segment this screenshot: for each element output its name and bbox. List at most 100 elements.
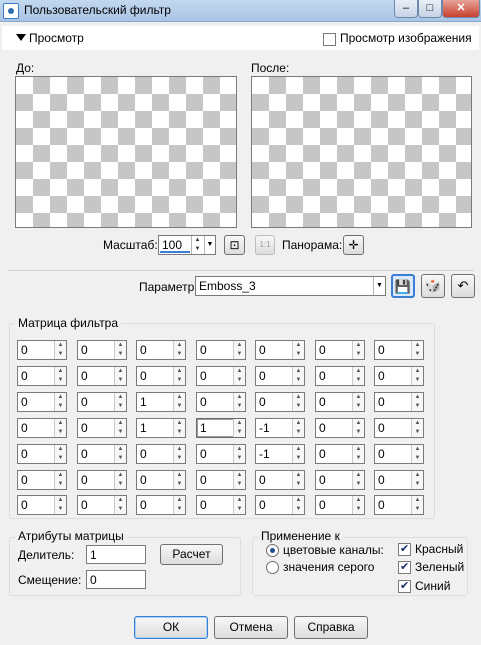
preview-section-label[interactable]: Просмотр (29, 31, 84, 45)
gray-values-label[interactable]: значения серого (283, 560, 374, 574)
matrix-cell-value[interactable]: 0 (319, 343, 326, 357)
matrix-cell[interactable]: 0 ▲ ▼ (374, 470, 424, 490)
matrix-cell[interactable]: 0 ▲ ▼ (255, 340, 305, 360)
matrix-cell-spinner[interactable]: ▲ ▼ (352, 496, 364, 514)
matrix-cell[interactable]: 0 ▲ ▼ (255, 392, 305, 412)
preset-select[interactable]: Emboss_3 ▼ (195, 276, 386, 296)
matrix-cell[interactable]: 0 ▲ ▼ (374, 340, 424, 360)
matrix-cell-value[interactable]: 0 (259, 498, 266, 512)
matrix-cell-spinner[interactable]: ▲ ▼ (292, 496, 304, 514)
matrix-cell-value[interactable]: 0 (200, 369, 207, 383)
show-image-label[interactable]: Просмотр изображения (340, 31, 472, 45)
matrix-cell-value[interactable]: 0 (140, 343, 147, 357)
matrix-cell[interactable]: 0 ▲ ▼ (374, 495, 424, 515)
matrix-cell-value[interactable]: 0 (81, 343, 88, 357)
matrix-cell[interactable]: 1 ▲ ▼ (136, 418, 186, 438)
matrix-cell[interactable]: 0 ▲ ▼ (77, 495, 127, 515)
matrix-cell-spinner[interactable]: ▲ ▼ (352, 445, 364, 463)
matrix-cell-value[interactable]: 0 (140, 498, 147, 512)
matrix-cell[interactable]: 0 ▲ ▼ (315, 366, 365, 386)
matrix-cell-value[interactable]: 0 (319, 369, 326, 383)
preset-value[interactable]: Emboss_3 (199, 279, 256, 293)
matrix-cell-value[interactable]: 0 (319, 395, 326, 409)
matrix-cell[interactable]: 0 ▲ ▼ (17, 366, 67, 386)
matrix-cell-spinner[interactable]: ▲ ▼ (54, 367, 66, 385)
matrix-cell[interactable]: 0 ▲ ▼ (196, 366, 246, 386)
matrix-cell-value[interactable]: 0 (378, 395, 385, 409)
matrix-cell-spinner[interactable]: ▲ ▼ (233, 393, 245, 411)
divisor-value[interactable]: 1 (90, 548, 97, 562)
matrix-cell-spinner[interactable]: ▲ ▼ (292, 393, 304, 411)
matrix-cell-value[interactable]: 0 (81, 447, 88, 461)
matrix-cell[interactable]: 0 ▲ ▼ (196, 470, 246, 490)
matrix-cell[interactable]: 0 ▲ ▼ (315, 340, 365, 360)
matrix-cell-value[interactable]: 0 (200, 473, 207, 487)
matrix-cell-spinner[interactable]: ▲ ▼ (54, 341, 66, 359)
matrix-cell-value[interactable]: 0 (319, 421, 326, 435)
zoom-combo[interactable]: 100 ▲ ▼ ▼ (158, 235, 216, 255)
reset-button[interactable]: ↶ (451, 274, 475, 298)
matrix-cell-spinner[interactable]: ▲ ▼ (411, 419, 423, 437)
matrix-cell-spinner[interactable]: ▲ ▼ (411, 367, 423, 385)
matrix-cell-spinner[interactable]: ▲ ▼ (233, 496, 245, 514)
matrix-cell[interactable]: 0 ▲ ▼ (196, 392, 246, 412)
matrix-cell-spinner[interactable]: ▲ ▼ (352, 393, 364, 411)
matrix-cell-spinner[interactable]: ▲ ▼ (114, 341, 126, 359)
matrix-cell-spinner[interactable]: ▲ ▼ (173, 393, 185, 411)
matrix-cell[interactable]: 0 ▲ ▼ (17, 392, 67, 412)
matrix-cell-spinner[interactable]: ▲ ▼ (54, 496, 66, 514)
zoom-value[interactable]: 100 (162, 238, 182, 252)
zoom-dropdown-arrow-icon[interactable]: ▼ (204, 236, 215, 254)
matrix-cell[interactable]: 0 ▲ ▼ (315, 470, 365, 490)
matrix-cell-value[interactable]: 0 (140, 473, 147, 487)
color-channels-label[interactable]: цветовые каналы: (283, 543, 384, 557)
matrix-cell[interactable]: 0 ▲ ▼ (315, 495, 365, 515)
matrix-cell-spinner[interactable]: ▲ ▼ (411, 496, 423, 514)
red-checkbox[interactable] (398, 542, 411, 556)
cancel-button[interactable]: Отмена (214, 616, 288, 639)
matrix-cell-spinner[interactable]: ▲ ▼ (352, 419, 364, 437)
after-preview[interactable] (251, 76, 472, 228)
gray-values-radio[interactable] (266, 561, 279, 574)
color-channels-radio[interactable] (266, 544, 279, 557)
matrix-cell[interactable]: 1 ▲ ▼ (196, 418, 246, 438)
matrix-cell-spinner[interactable]: ▲ ▼ (114, 419, 126, 437)
matrix-cell-spinner[interactable]: ▲ ▼ (54, 393, 66, 411)
matrix-cell[interactable]: 0 ▲ ▼ (374, 418, 424, 438)
blue-checkbox[interactable] (398, 579, 411, 593)
matrix-cell-value[interactable]: 0 (140, 369, 147, 383)
matrix-cell-spinner[interactable]: ▲ ▼ (411, 393, 423, 411)
matrix-cell[interactable]: -1 ▲ ▼ (255, 444, 305, 464)
matrix-cell[interactable]: 0 ▲ ▼ (17, 340, 67, 360)
matrix-cell-value[interactable]: 0 (200, 395, 207, 409)
matrix-cell-spinner[interactable]: ▲ ▼ (411, 445, 423, 463)
matrix-cell-value[interactable]: 0 (200, 498, 207, 512)
matrix-cell-spinner[interactable]: ▲ ▼ (233, 419, 245, 437)
green-checkbox[interactable] (398, 560, 411, 574)
matrix-cell-spinner[interactable]: ▲ ▼ (173, 445, 185, 463)
matrix-cell-spinner[interactable]: ▲ ▼ (54, 445, 66, 463)
matrix-cell-value[interactable]: 0 (81, 395, 88, 409)
ok-button[interactable]: ОК (134, 616, 208, 639)
matrix-cell[interactable]: 0 ▲ ▼ (315, 444, 365, 464)
matrix-cell-spinner[interactable]: ▲ ▼ (114, 393, 126, 411)
matrix-cell[interactable]: 0 ▲ ▼ (77, 444, 127, 464)
matrix-cell-value[interactable]: 0 (378, 369, 385, 383)
matrix-cell-value[interactable]: 0 (259, 395, 266, 409)
matrix-cell-spinner[interactable]: ▲ ▼ (292, 367, 304, 385)
matrix-cell-spinner[interactable]: ▲ ▼ (411, 471, 423, 489)
matrix-cell-spinner[interactable]: ▲ ▼ (352, 341, 364, 359)
matrix-cell[interactable]: 0 ▲ ▼ (315, 418, 365, 438)
matrix-cell-value[interactable]: 0 (259, 343, 266, 357)
matrix-cell-value[interactable]: -1 (259, 447, 270, 461)
matrix-cell[interactable]: 0 ▲ ▼ (374, 392, 424, 412)
matrix-cell-spinner[interactable]: ▲ ▼ (233, 471, 245, 489)
matrix-cell[interactable]: 0 ▲ ▼ (136, 340, 186, 360)
matrix-cell-spinner[interactable]: ▲ ▼ (352, 367, 364, 385)
matrix-cell-spinner[interactable]: ▲ ▼ (173, 471, 185, 489)
matrix-cell-value[interactable]: 0 (140, 447, 147, 461)
actual-size-button[interactable]: 1:1 (255, 235, 275, 255)
matrix-cell-value[interactable]: 0 (21, 447, 28, 461)
matrix-cell-value[interactable]: 0 (81, 473, 88, 487)
matrix-cell[interactable]: 0 ▲ ▼ (17, 470, 67, 490)
